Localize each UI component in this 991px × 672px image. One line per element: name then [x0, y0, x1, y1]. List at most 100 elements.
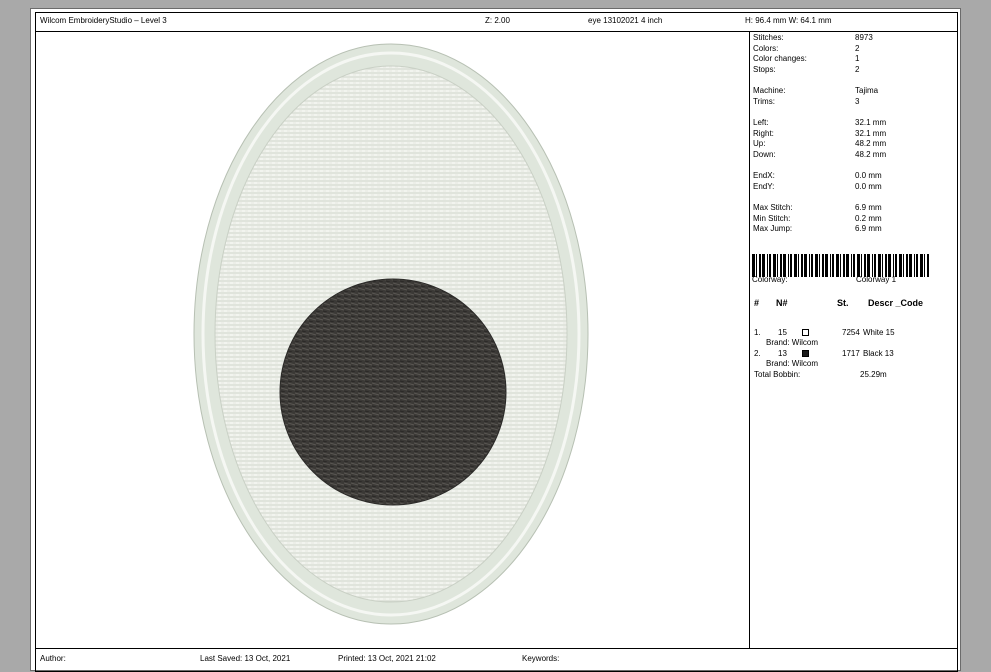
stat-value: 48.2 mm	[855, 149, 887, 159]
barcode-bar	[767, 254, 768, 277]
barcode-bar	[888, 254, 891, 277]
barcode-bar	[780, 254, 782, 277]
stat-row: Stops: 2	[753, 65, 953, 75]
barcode-bar	[872, 254, 873, 277]
stat-label: Down:	[753, 149, 776, 159]
row-stitches: 1717	[842, 349, 860, 358]
stat-label: Min Stitch:	[753, 213, 791, 223]
printed-date: Printed: 13 Oct, 2021 21:02	[338, 654, 436, 663]
stat-label: EndX:	[753, 171, 775, 180]
barcode-bar	[882, 254, 883, 277]
stat-row: Colors: 2	[753, 44, 953, 54]
barcode-bar	[815, 254, 818, 277]
col-index: #	[754, 298, 760, 308]
barcode-bar	[885, 254, 887, 277]
stat-label: Max Stitch:	[753, 203, 793, 212]
barcode-bar	[769, 254, 771, 277]
stat-value: 0.2 mm	[855, 213, 882, 223]
barcode-bar	[811, 254, 813, 277]
col-n: N#	[776, 298, 788, 308]
stat-row: Stitches: 8973	[753, 33, 953, 43]
barcode-bar	[759, 254, 761, 277]
barcode-bar	[801, 254, 803, 277]
stat-value: 0.0 mm	[855, 181, 882, 191]
stat-row: Trims: 3	[753, 97, 953, 107]
stat-label: Stops:	[753, 64, 776, 74]
barcode-bar	[783, 254, 786, 277]
stat-row: EndX: 0.0 mm	[753, 171, 953, 181]
barcode-bar	[861, 254, 862, 277]
col-description: Descr _Code	[868, 298, 924, 308]
barcode-bar	[853, 254, 855, 277]
stat-label: EndY:	[753, 181, 775, 191]
stat-label: Machine:	[753, 86, 786, 95]
barcode-bar	[809, 254, 810, 277]
stat-value: 6.9 mm	[855, 224, 882, 233]
barcode-bar	[798, 254, 799, 277]
colorway-label: Colorway:	[752, 275, 788, 284]
barcode-bar	[756, 254, 757, 277]
barcode-bar	[909, 254, 912, 277]
stat-row: Right: 32.1 mm	[753, 129, 953, 139]
stat-row: Max Stitch: 6.9 mm	[753, 203, 953, 213]
stat-row: Max Jump: 6.9 mm	[753, 224, 953, 234]
row-index: 1.	[754, 328, 761, 337]
row-description: White 15	[863, 328, 895, 337]
stat-label: Max Jump:	[753, 224, 793, 233]
stat-row: Up: 48.2 mm	[753, 139, 953, 149]
row-index: 2.	[754, 349, 761, 358]
barcode-bar	[920, 254, 923, 277]
barcode-bar	[832, 254, 834, 277]
stat-value: 2	[855, 64, 860, 74]
barcode-bar	[867, 254, 870, 277]
zoom-level: Z: 2.00	[485, 16, 510, 25]
barcode-bar	[878, 254, 881, 277]
barcode-bar	[804, 254, 807, 277]
barcode-bar	[836, 254, 839, 277]
row-needle: 13	[778, 349, 787, 358]
barcode-bar	[857, 254, 860, 277]
barcode-bar	[825, 254, 828, 277]
row-brand: Brand: Wilcom	[766, 338, 819, 347]
barcode-bar	[895, 254, 897, 277]
stat-label: Colors:	[753, 43, 779, 53]
barcode-bar	[752, 254, 755, 277]
barcode-bar	[924, 254, 925, 277]
barcode-bar	[788, 254, 789, 277]
row-brand: Brand: Wilcom	[766, 359, 819, 368]
barcode-image	[752, 254, 929, 277]
barcode-bar	[762, 254, 765, 277]
color-table-header: # N# St. Descr _Code	[750, 298, 959, 310]
stat-row: Min Stitch: 0.2 mm	[753, 214, 953, 224]
last-saved: Last Saved: 13 Oct, 2021	[200, 654, 291, 663]
stat-value: 3	[855, 96, 860, 106]
barcode-bar	[906, 254, 908, 277]
barcode-bar	[899, 254, 902, 277]
design-sheet-frame: Wilcom EmbroideryStudio – Level 3 Z: 2.0…	[35, 12, 958, 672]
print-preview-sheet: Wilcom EmbroideryStudio – Level 3 Z: 2.0…	[30, 8, 961, 672]
barcode-bar	[916, 254, 918, 277]
stat-row: Left: 32.1 mm	[753, 118, 953, 128]
stat-value: 32.1 mm	[855, 118, 887, 127]
barcode-bar	[851, 254, 852, 277]
barcode-bar	[864, 254, 866, 277]
barcode-bar	[903, 254, 904, 277]
design-preview	[36, 32, 750, 649]
total-bobbin-row: Total Bobbin: 25.29m	[750, 370, 959, 380]
barcode-bar	[773, 254, 776, 277]
barcode-bar	[846, 254, 849, 277]
stat-row: Down: 48.2 mm	[753, 150, 953, 160]
stat-label: Right:	[753, 128, 774, 138]
stat-row: EndY: 0.0 mm	[753, 182, 953, 192]
barcode-bar	[914, 254, 915, 277]
barcode-bar	[840, 254, 841, 277]
stat-row: Color changes: 1	[753, 54, 953, 64]
sheet-header: Wilcom EmbroideryStudio – Level 3 Z: 2.0…	[36, 13, 957, 32]
design-info-panel: Stitches: 8973 Colors: 2 Color changes: 1 Stop…	[750, 32, 959, 649]
stat-value: 6.9 mm	[855, 203, 882, 212]
author-label: Author:	[40, 654, 66, 663]
barcode-bar	[830, 254, 831, 277]
stat-value: 48.2 mm	[855, 139, 887, 148]
stat-label: Up:	[753, 139, 766, 148]
barcode-bar	[790, 254, 792, 277]
